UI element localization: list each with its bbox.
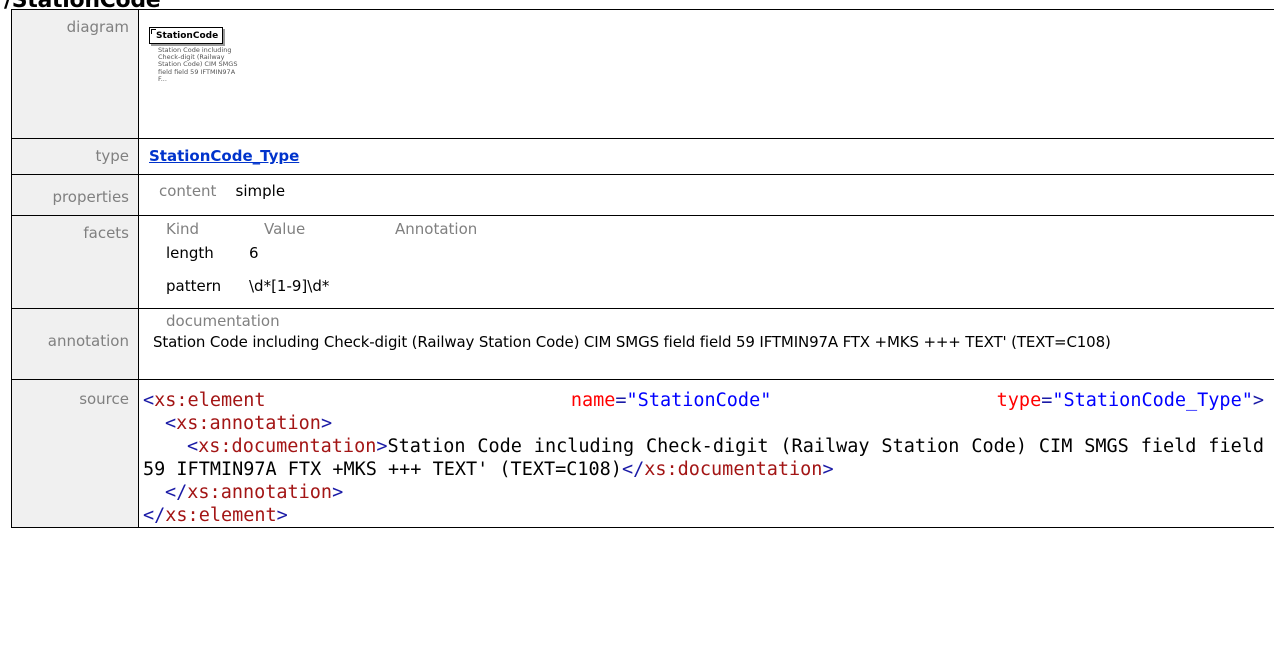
row-label-annotation: annotation (11, 308, 139, 380)
type-link[interactable]: StationCode_Type (149, 147, 299, 165)
facets-header-kind: Kind (166, 220, 200, 238)
row-label-facets: facets (11, 215, 139, 309)
source-documentation: <xs:documentation>Station Code including… (143, 436, 1264, 480)
annotation-text: Station Code including Check-digit (Rail… (153, 333, 1111, 351)
source-line-annotation-open: <xs:annotation> (165, 413, 333, 434)
row-source: source <xs:element name="StationCode" ty… (11, 379, 1274, 528)
diagram-element-box[interactable]: StationCode (149, 27, 224, 44)
row-label-type: type (11, 138, 139, 175)
name-value: "StationCode" (626, 390, 772, 411)
property-key: content (159, 182, 217, 200)
facets-header-annotation: Annotation (395, 220, 478, 238)
row-label-source: source (11, 379, 139, 528)
facets-cell: Kind Value Annotation length 6 pattern \… (138, 215, 1274, 309)
properties-cell: content simple (138, 174, 1274, 216)
type-attr: type (996, 390, 1042, 411)
diagram-element-doc: Station Code including Check-digit (Rail… (158, 46, 238, 83)
row-label-properties: properties (11, 174, 139, 216)
facet-kind: length (166, 244, 214, 262)
annotation-cell: documentation Station Code including Che… (138, 308, 1274, 380)
row-facets: facets Kind Value Annotation length 6 pa… (11, 215, 1274, 309)
annotation-heading: documentation (166, 312, 280, 330)
row-type: type StationCode_Type (11, 138, 1274, 175)
source-line-element-open: <xs:element name="StationCode" type="Sta… (143, 390, 1264, 411)
name-attr: name (570, 390, 616, 411)
element-close-tag: xs:element (165, 505, 277, 526)
row-label-diagram: diagram (11, 9, 139, 139)
element-corner-icon (151, 29, 156, 34)
row-annotation: annotation documentation Station Code in… (11, 308, 1274, 380)
element-doc-table: diagram StationCode Station Code includi… (11, 9, 1274, 528)
source-cell: <xs:element name="StationCode" type="Sta… (138, 379, 1274, 528)
diagram-cell: StationCode Station Code including Check… (138, 9, 1274, 139)
property-value: simple (235, 182, 286, 200)
facet-value: 6 (249, 244, 259, 262)
annotation-close-tag: xs:annotation (187, 482, 333, 503)
diagram-element-name: StationCode (156, 31, 219, 41)
facets-header-value: Value (264, 220, 306, 238)
type-value: "StationCode_Type" (1052, 390, 1253, 411)
facet-kind: pattern (166, 277, 222, 295)
annotation-tag: xs:annotation (176, 413, 321, 434)
documentation-tag: xs:documentation (198, 436, 377, 457)
facet-value: \d*[1-9]\d* (249, 277, 330, 295)
source-code: <xs:element name="StationCode" type="Sta… (139, 380, 1274, 527)
source-line-annotation-close: </xs:annotation> (165, 482, 344, 503)
row-properties: properties content simple (11, 174, 1274, 216)
element-tag: xs:element (154, 390, 266, 411)
type-cell: StationCode_Type (138, 138, 1274, 175)
documentation-close-tag: xs:documentation (644, 459, 823, 480)
source-line-element-close: </xs:element> (143, 505, 288, 526)
row-diagram: diagram StationCode Station Code includi… (11, 9, 1274, 139)
